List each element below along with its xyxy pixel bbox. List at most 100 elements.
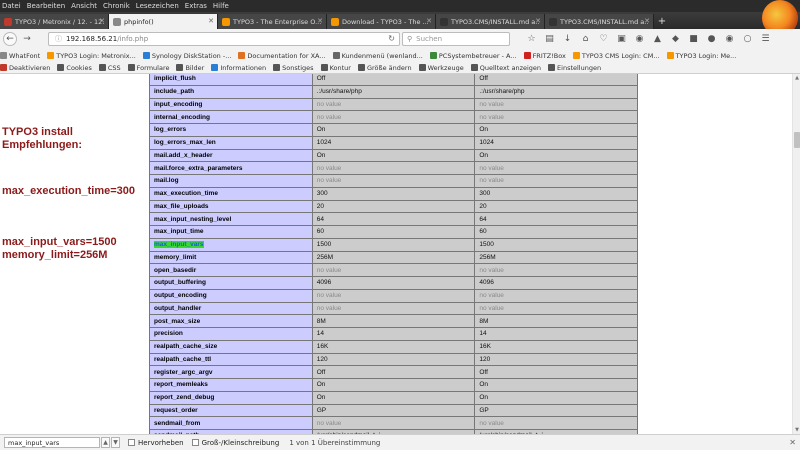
table-row: max_input_vars 1500 1500	[149, 237, 638, 252]
master-value: no value	[474, 416, 638, 430]
local-value: Off	[311, 74, 476, 86]
info-icon[interactable]: ⓘ	[55, 34, 62, 44]
bookmark-item[interactable]: TYPO3 CMS Login: CM...	[572, 52, 660, 60]
bookmark-item[interactable]: Kontur	[320, 64, 351, 72]
tab-close-icon[interactable]: ✕	[99, 17, 105, 25]
addon-icon[interactable]: ◉	[632, 32, 647, 46]
tab-close-icon[interactable]: ✕	[535, 17, 541, 25]
bookmark-item[interactable]: FRITZ!Box	[523, 52, 566, 60]
tab-close-icon[interactable]: ✕	[317, 17, 323, 25]
bookmark-icon	[320, 64, 328, 71]
directive-name: max_input_time	[149, 225, 313, 239]
master-value: 20	[474, 199, 638, 214]
note-heading: TYPO3 install Empfehlungen:	[2, 126, 83, 151]
bookmark-item[interactable]: PCSystembetreuer - A...	[429, 52, 517, 60]
directive-name: report_zend_debug	[149, 390, 313, 405]
search-input[interactable]: ⚲ Suchen	[402, 32, 510, 46]
bookmark-item[interactable]: Synology DiskStation -...	[142, 52, 231, 60]
addon-icon[interactable]: ▲	[650, 32, 665, 46]
url-bar[interactable]: ⓘ 192.168.56.21/info.php ↻	[48, 32, 400, 46]
bookmark-item[interactable]: Cookies	[57, 64, 92, 72]
addon-icon[interactable]: ●	[704, 32, 719, 46]
local-value: 14	[311, 327, 476, 341]
scroll-down-icon[interactable]: ▼	[794, 427, 800, 433]
bookmark-item[interactable]: Bilder	[176, 64, 204, 72]
browser-tab[interactable]: TYPO3.CMS/INSTALL.md a... ✕	[545, 14, 654, 29]
addon-icon[interactable]: ◉	[722, 32, 737, 46]
tab-close-icon[interactable]: ✕	[208, 17, 214, 25]
local-value: 16K	[311, 339, 476, 354]
scroll-up-icon[interactable]: ▲	[794, 75, 800, 81]
browser-tab[interactable]: Download - TYPO3 - The ... ✕	[327, 14, 436, 29]
table-row: include_path .:/usr/share/php .:/usr/share…	[149, 84, 638, 99]
bookmark-item[interactable]: Sonstiges	[273, 63, 314, 72]
directive-name: max_input_nesting_level	[149, 212, 313, 226]
menu-item[interactable]: Datei	[2, 2, 21, 10]
bookmark-item[interactable]: Documentation for XA...	[238, 52, 326, 60]
forward-arrow-icon[interactable]: →	[20, 32, 34, 46]
menu-item[interactable]: Lesezeichen	[136, 2, 179, 10]
reload-icon[interactable]: ↻	[388, 34, 395, 43]
browser-tab[interactable]: TYPO3 - The Enterprise O... ✕	[218, 14, 327, 29]
bookmark-item[interactable]: Kundenmenü (wenland...	[332, 52, 423, 60]
find-previous-icon[interactable]: ▲	[101, 437, 110, 448]
addon-icon[interactable]: ■	[686, 32, 701, 46]
bookmark-icon	[332, 52, 340, 59]
bookmark-item[interactable]: Informationen	[211, 64, 266, 72]
bookmark-item[interactable]: Werkzeuge	[418, 64, 464, 72]
bookmark-label: Bilder	[185, 63, 205, 72]
directive-name: max_file_uploads	[149, 199, 313, 214]
download-icon[interactable]: ↓	[560, 32, 575, 46]
back-arrow-icon[interactable]: ←	[3, 32, 17, 46]
bookmark-label: WhatFont	[9, 51, 41, 60]
close-icon[interactable]: ✕	[789, 438, 796, 447]
tab-close-icon[interactable]: ✕	[644, 17, 650, 25]
local-value: 120	[311, 352, 476, 367]
bookmark-item[interactable]: Formulare	[127, 63, 170, 72]
highlight-all-checkbox[interactable]: Hervorheben	[128, 439, 184, 447]
find-input[interactable]: max_input_vars	[4, 437, 100, 448]
local-value: Off	[311, 365, 476, 379]
match-case-checkbox[interactable]: Groß-/Kleinschreibung	[191, 439, 279, 447]
bookmark-label: Formulare	[136, 63, 170, 72]
menu-item[interactable]: Chronik	[103, 2, 130, 10]
reading-list-icon[interactable]: ▤	[542, 32, 557, 46]
tab-title: TYPO3 - The Enterprise O...	[233, 17, 322, 26]
master-value: 8M	[474, 314, 638, 328]
pocket-icon[interactable]: ♡	[596, 32, 611, 46]
vertical-scrollbar[interactable]: ▲ ▼	[792, 74, 800, 434]
bookmark-item[interactable]: Quelltext anzeigen	[470, 64, 541, 72]
menu-item[interactable]: Bearbeiten	[27, 2, 65, 10]
menu-item[interactable]: Hilfe	[213, 2, 229, 10]
addon-icon[interactable]: ○	[740, 32, 755, 46]
bookmark-item[interactable]: Deaktivieren	[0, 64, 50, 72]
scrollbar-thumb[interactable]	[794, 132, 800, 148]
browser-tab[interactable]: TYPO3 / Metronix / 12. - 12. ✕	[0, 14, 109, 29]
screenshot-icon[interactable]: ▣	[614, 32, 629, 46]
new-tab-button[interactable]: +	[654, 14, 670, 29]
bookmark-icon	[548, 64, 556, 71]
tab-title: TYPO3 / Metronix / 12. - 12.	[15, 17, 104, 26]
tab-close-icon[interactable]: ✕	[426, 17, 432, 25]
note-input-vars-memory: max_input_vars=1500 memory_limit=256M	[2, 236, 117, 261]
bookmark-item[interactable]: Einstellungen	[548, 64, 601, 72]
bookmark-star-icon[interactable]: ☆	[524, 32, 539, 46]
table-row: memory_limit 256M 256M	[149, 250, 638, 265]
menu-item[interactable]: Extras	[185, 2, 207, 10]
bookmark-item[interactable]: TYPO3 Login: Metronix...	[47, 52, 136, 60]
table-row: report_zend_debug On On	[149, 390, 638, 405]
bookmark-item[interactable]: Größe ändern	[357, 64, 412, 72]
home-icon[interactable]: ⌂	[578, 32, 593, 46]
bookmark-item[interactable]: WhatFont	[0, 52, 40, 60]
find-next-icon[interactable]: ▼	[111, 437, 120, 448]
bookmark-item[interactable]: TYPO3 Login: Me...	[666, 52, 736, 60]
browser-tab[interactable]: TYPO3.CMS/INSTALL.md a... ✕	[436, 14, 545, 29]
addon-icon[interactable]: ◆	[668, 32, 683, 46]
bookmark-item[interactable]: CSS	[98, 64, 121, 72]
directive-name-text: log_errors_max_len	[154, 139, 216, 147]
browser-tab[interactable]: phpinfo() ✕	[109, 14, 218, 29]
local-value: On	[311, 148, 476, 163]
menu-icon[interactable]: ☰	[758, 32, 773, 46]
menu-item[interactable]: Ansicht	[71, 2, 97, 10]
bookmark-label: Sonstiges	[282, 63, 314, 72]
